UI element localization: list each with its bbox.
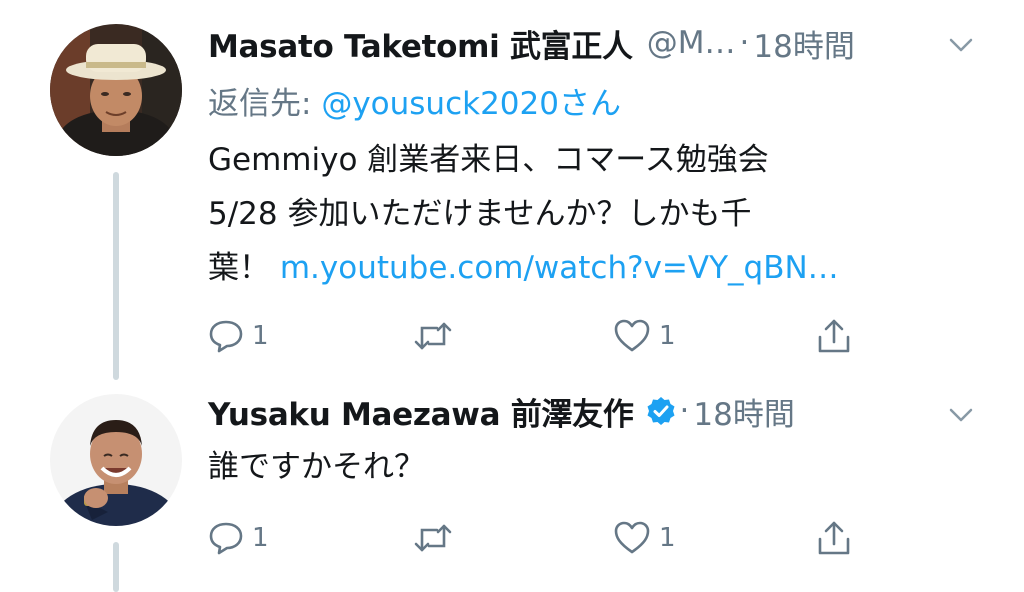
verified-badge-icon (647, 397, 675, 425)
avatar-yusaku[interactable] (50, 394, 182, 526)
share-button[interactable] (816, 314, 852, 358)
display-name[interactable]: Masato Taketomi 武富正人 (208, 21, 633, 66)
chevron-down-icon[interactable] (948, 32, 974, 58)
chevron-down-icon[interactable] (948, 402, 974, 428)
tweet-body-line: Gemmiyo 創業者来日、コマース勉強会 (208, 142, 769, 178)
reply-to-line: 返信先: @yousuck2020さん (208, 78, 621, 123)
avatar-masato[interactable] (50, 24, 182, 156)
tweet-body-line: 葉！ m.youtube.com/watch?v=VY_qBN… (208, 241, 968, 295)
reply-icon (209, 320, 243, 353)
retweet-button[interactable] (413, 516, 453, 560)
youtube-link[interactable]: m.youtube.com/watch?v=VY_qBN… (280, 250, 839, 286)
avatar-smiling-man-icon (50, 394, 182, 526)
tweet-yusaku[interactable]: Yusaku Maezawa 前澤友作 · 18時間 誰ですかそれ？ 1 1 (0, 380, 1024, 592)
user-handle[interactable]: @M… (647, 25, 736, 61)
separator-dot: · (679, 393, 690, 429)
tweet-body: Gemmiyo 創業者来日、コマース勉強会 5/28 参加いただけませんか？しか… (208, 133, 968, 295)
heart-icon (614, 319, 650, 352)
tweet-masato[interactable]: Masato Taketomi 武富正人 @M… · 18時間 返信先: @yo… (0, 0, 1024, 380)
share-button[interactable] (816, 516, 852, 560)
reply-count: 1 (252, 321, 269, 351)
share-icon (818, 319, 850, 353)
like-button[interactable]: 1 (613, 314, 676, 358)
reply-button[interactable]: 1 (208, 314, 269, 358)
avatar-man-with-hat-icon (50, 24, 182, 156)
reply-icon (209, 522, 243, 555)
tweet-body: 誰ですかそれ？ (208, 440, 968, 494)
like-count: 1 (659, 321, 676, 351)
retweet-icon (414, 524, 452, 552)
reply-to-prefix: 返信先: (208, 86, 312, 122)
tweet-actions: 1 1 (208, 516, 868, 560)
tweet-body-text: 葉！ (208, 250, 270, 286)
timestamp[interactable]: 18時間 (753, 21, 854, 66)
tweet-body-line: 誰ですかそれ？ (208, 449, 425, 485)
reply-button[interactable]: 1 (208, 516, 269, 560)
reply-count: 1 (252, 523, 269, 553)
reply-to-mention[interactable]: @yousuck2020さん (321, 86, 621, 122)
timestamp[interactable]: 18時間 (693, 389, 794, 434)
retweet-icon (414, 322, 452, 350)
like-button[interactable]: 1 (613, 516, 676, 560)
share-icon (818, 521, 850, 555)
display-name[interactable]: Yusaku Maezawa 前澤友作 (208, 389, 634, 434)
tweet-body-line: 5/28 参加いただけませんか？しかも千 (208, 196, 752, 232)
heart-icon (614, 521, 650, 554)
tweet-actions: 1 1 (208, 314, 868, 358)
like-count: 1 (659, 523, 676, 553)
separator-dot: · (739, 25, 750, 61)
retweet-button[interactable] (413, 314, 453, 358)
